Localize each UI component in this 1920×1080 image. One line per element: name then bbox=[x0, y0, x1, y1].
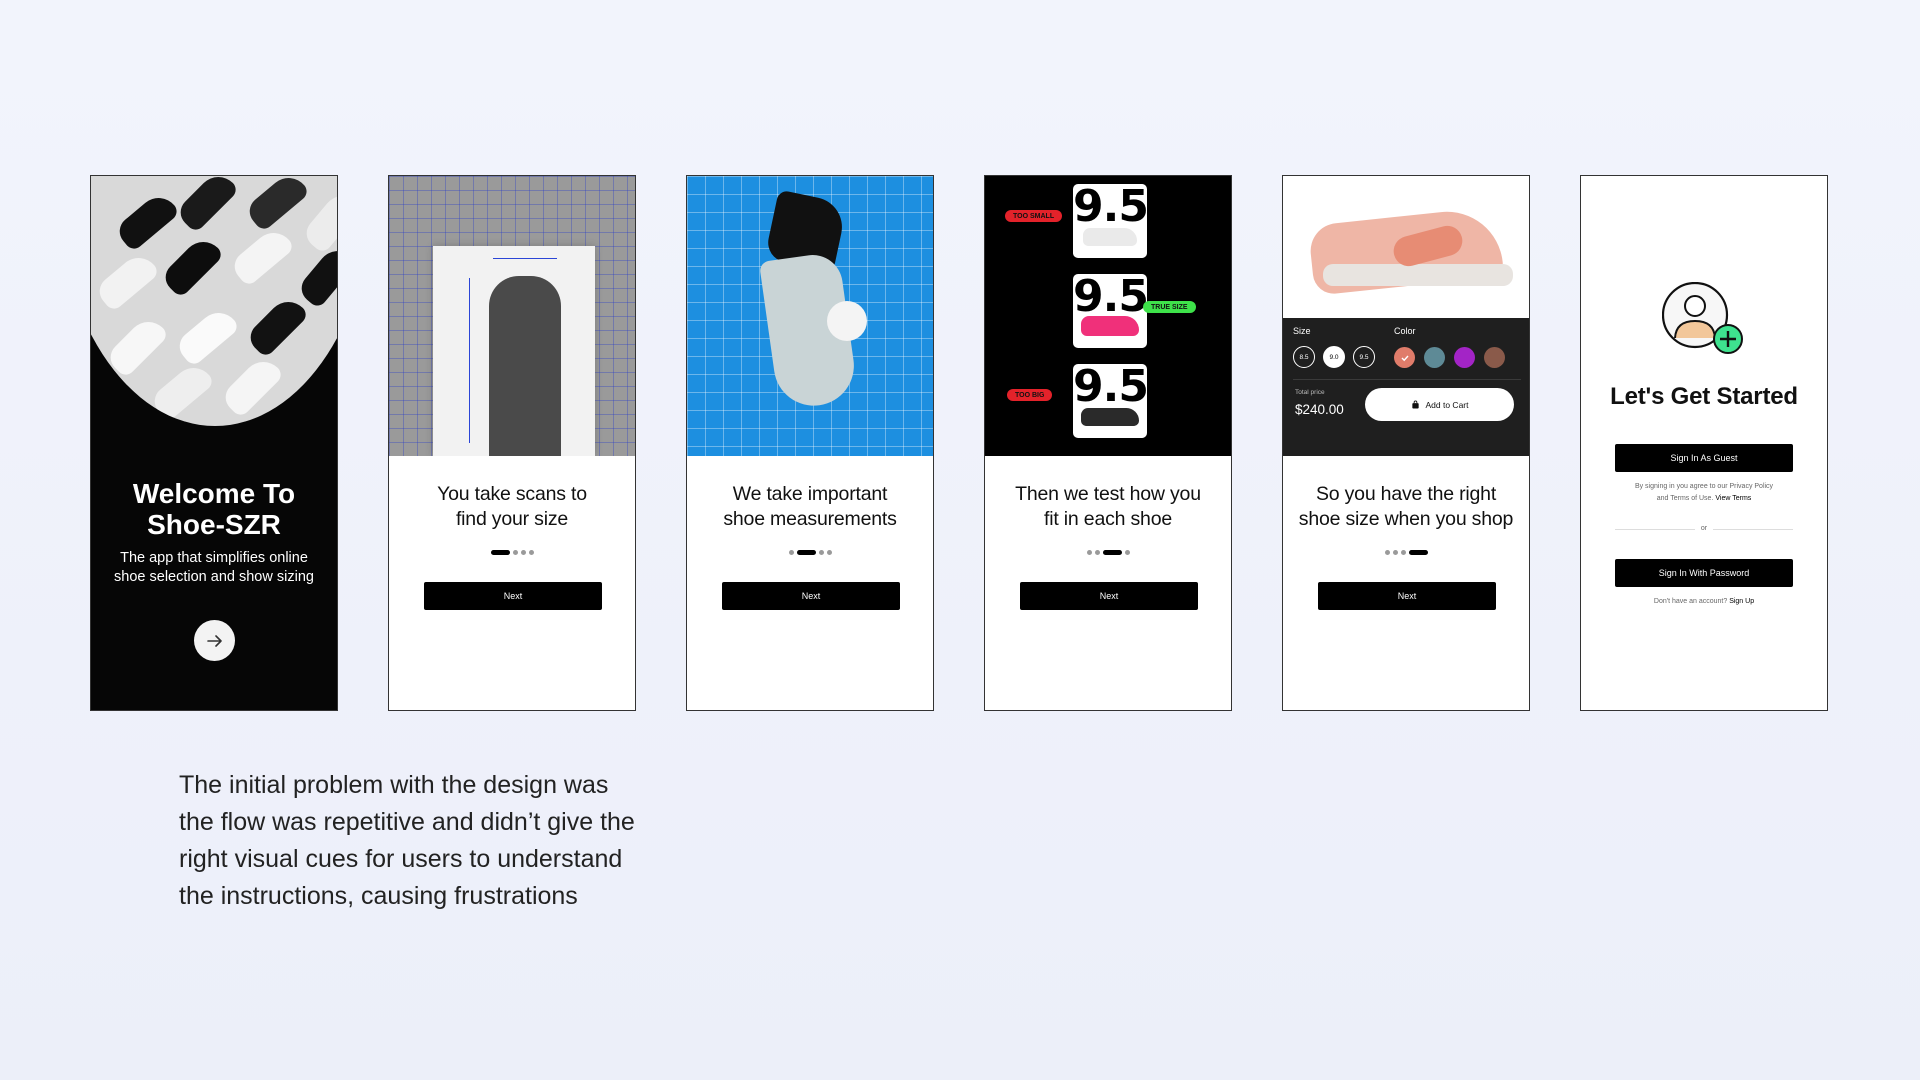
continue-button[interactable] bbox=[194, 620, 235, 661]
terms-text: By signing in you agree to our Privacy P… bbox=[1634, 483, 1774, 502]
welcome-screen: Welcome To Shoe-SZR The app that simplif… bbox=[90, 175, 338, 711]
color-option-purple[interactable] bbox=[1454, 347, 1475, 368]
shopping-bag-icon bbox=[1411, 400, 1419, 409]
too-small-tag: TOO SMALL bbox=[1005, 210, 1063, 222]
page-title: Let's Get Started bbox=[1610, 383, 1798, 410]
sign-in-guest-button[interactable]: Sign In As Guest bbox=[1615, 444, 1793, 472]
welcome-title: Welcome To Shoe-SZR bbox=[132, 478, 296, 540]
fit-caption: Then we test how you fit in each shoe bbox=[1015, 483, 1201, 530]
get-started-screen: Let's Get Started Sign In As Guest By si… bbox=[1580, 175, 1828, 711]
add-user-icon bbox=[1662, 282, 1743, 354]
view-terms-link[interactable]: View Terms bbox=[1715, 495, 1751, 502]
color-option-teal[interactable] bbox=[1424, 347, 1445, 368]
size-card-small: 9.5 bbox=[1073, 184, 1147, 258]
size-option-9-0[interactable]: 9.0 bbox=[1323, 346, 1345, 368]
true-size-tag: TRUE SIZE bbox=[1143, 301, 1196, 313]
product-image bbox=[1283, 176, 1529, 318]
total-price-value: $240.00 bbox=[1295, 402, 1344, 417]
arrow-right-icon bbox=[206, 634, 222, 647]
page-indicator bbox=[1283, 550, 1529, 555]
too-big-tag: TOO BIG bbox=[1007, 389, 1053, 401]
color-label: Color bbox=[1394, 326, 1416, 336]
next-button[interactable]: Next bbox=[722, 582, 900, 610]
color-option-coral[interactable] bbox=[1394, 347, 1415, 368]
color-option-brown[interactable] bbox=[1484, 347, 1505, 368]
page-indicator bbox=[687, 550, 933, 555]
page-indicator bbox=[389, 550, 635, 555]
shoe-measurement-image bbox=[687, 176, 933, 456]
signup-prompt: Don't have an account? Sign Up bbox=[1653, 598, 1755, 605]
or-text: or bbox=[1581, 523, 1827, 535]
sign-in-password-button[interactable]: Sign In With Password bbox=[1615, 559, 1793, 587]
shop-screen: Size Color 8.5 9.0 9.5 Total price $240.… bbox=[1282, 175, 1530, 711]
next-button[interactable]: Next bbox=[1020, 582, 1198, 610]
size-option-8-5[interactable]: 8.5 bbox=[1293, 346, 1315, 368]
foot-scan-image bbox=[389, 176, 635, 456]
total-price-label: Total price bbox=[1295, 389, 1325, 396]
sneaker-collection-image bbox=[91, 176, 337, 426]
sign-up-link[interactable]: Sign Up bbox=[1729, 598, 1754, 605]
check-icon bbox=[1401, 355, 1409, 361]
shop-caption: So you have the right shoe size when you… bbox=[1298, 483, 1514, 530]
product-options-panel bbox=[1283, 318, 1529, 456]
design-problem-description: The initial problem with the design was … bbox=[179, 771, 635, 910]
measure-screen: We take important shoe measurements Next bbox=[686, 175, 934, 711]
size-card-true: 9.5 bbox=[1073, 274, 1147, 348]
scan-caption: You take scans to find your size bbox=[437, 483, 587, 530]
fit-test-image: 9.5 TOO SMALL 9.5 TRUE SIZE 9.5 TOO BIG bbox=[985, 176, 1231, 456]
add-to-cart-button[interactable]: Add to Cart bbox=[1365, 388, 1514, 421]
size-label: Size bbox=[1293, 326, 1311, 336]
measure-caption: We take important shoe measurements bbox=[723, 483, 897, 530]
size-card-big: 9.5 bbox=[1073, 364, 1147, 438]
size-option-9-5[interactable]: 9.5 bbox=[1353, 346, 1375, 368]
next-button[interactable]: Next bbox=[1318, 582, 1496, 610]
next-button[interactable]: Next bbox=[424, 582, 602, 610]
welcome-subtitle: The app that simplifies online shoe sele… bbox=[114, 550, 314, 585]
page-indicator bbox=[985, 550, 1231, 555]
fit-screen: 9.5 TOO SMALL 9.5 TRUE SIZE 9.5 TOO BIG … bbox=[984, 175, 1232, 711]
scan-screen: You take scans to find your size Next bbox=[388, 175, 636, 711]
